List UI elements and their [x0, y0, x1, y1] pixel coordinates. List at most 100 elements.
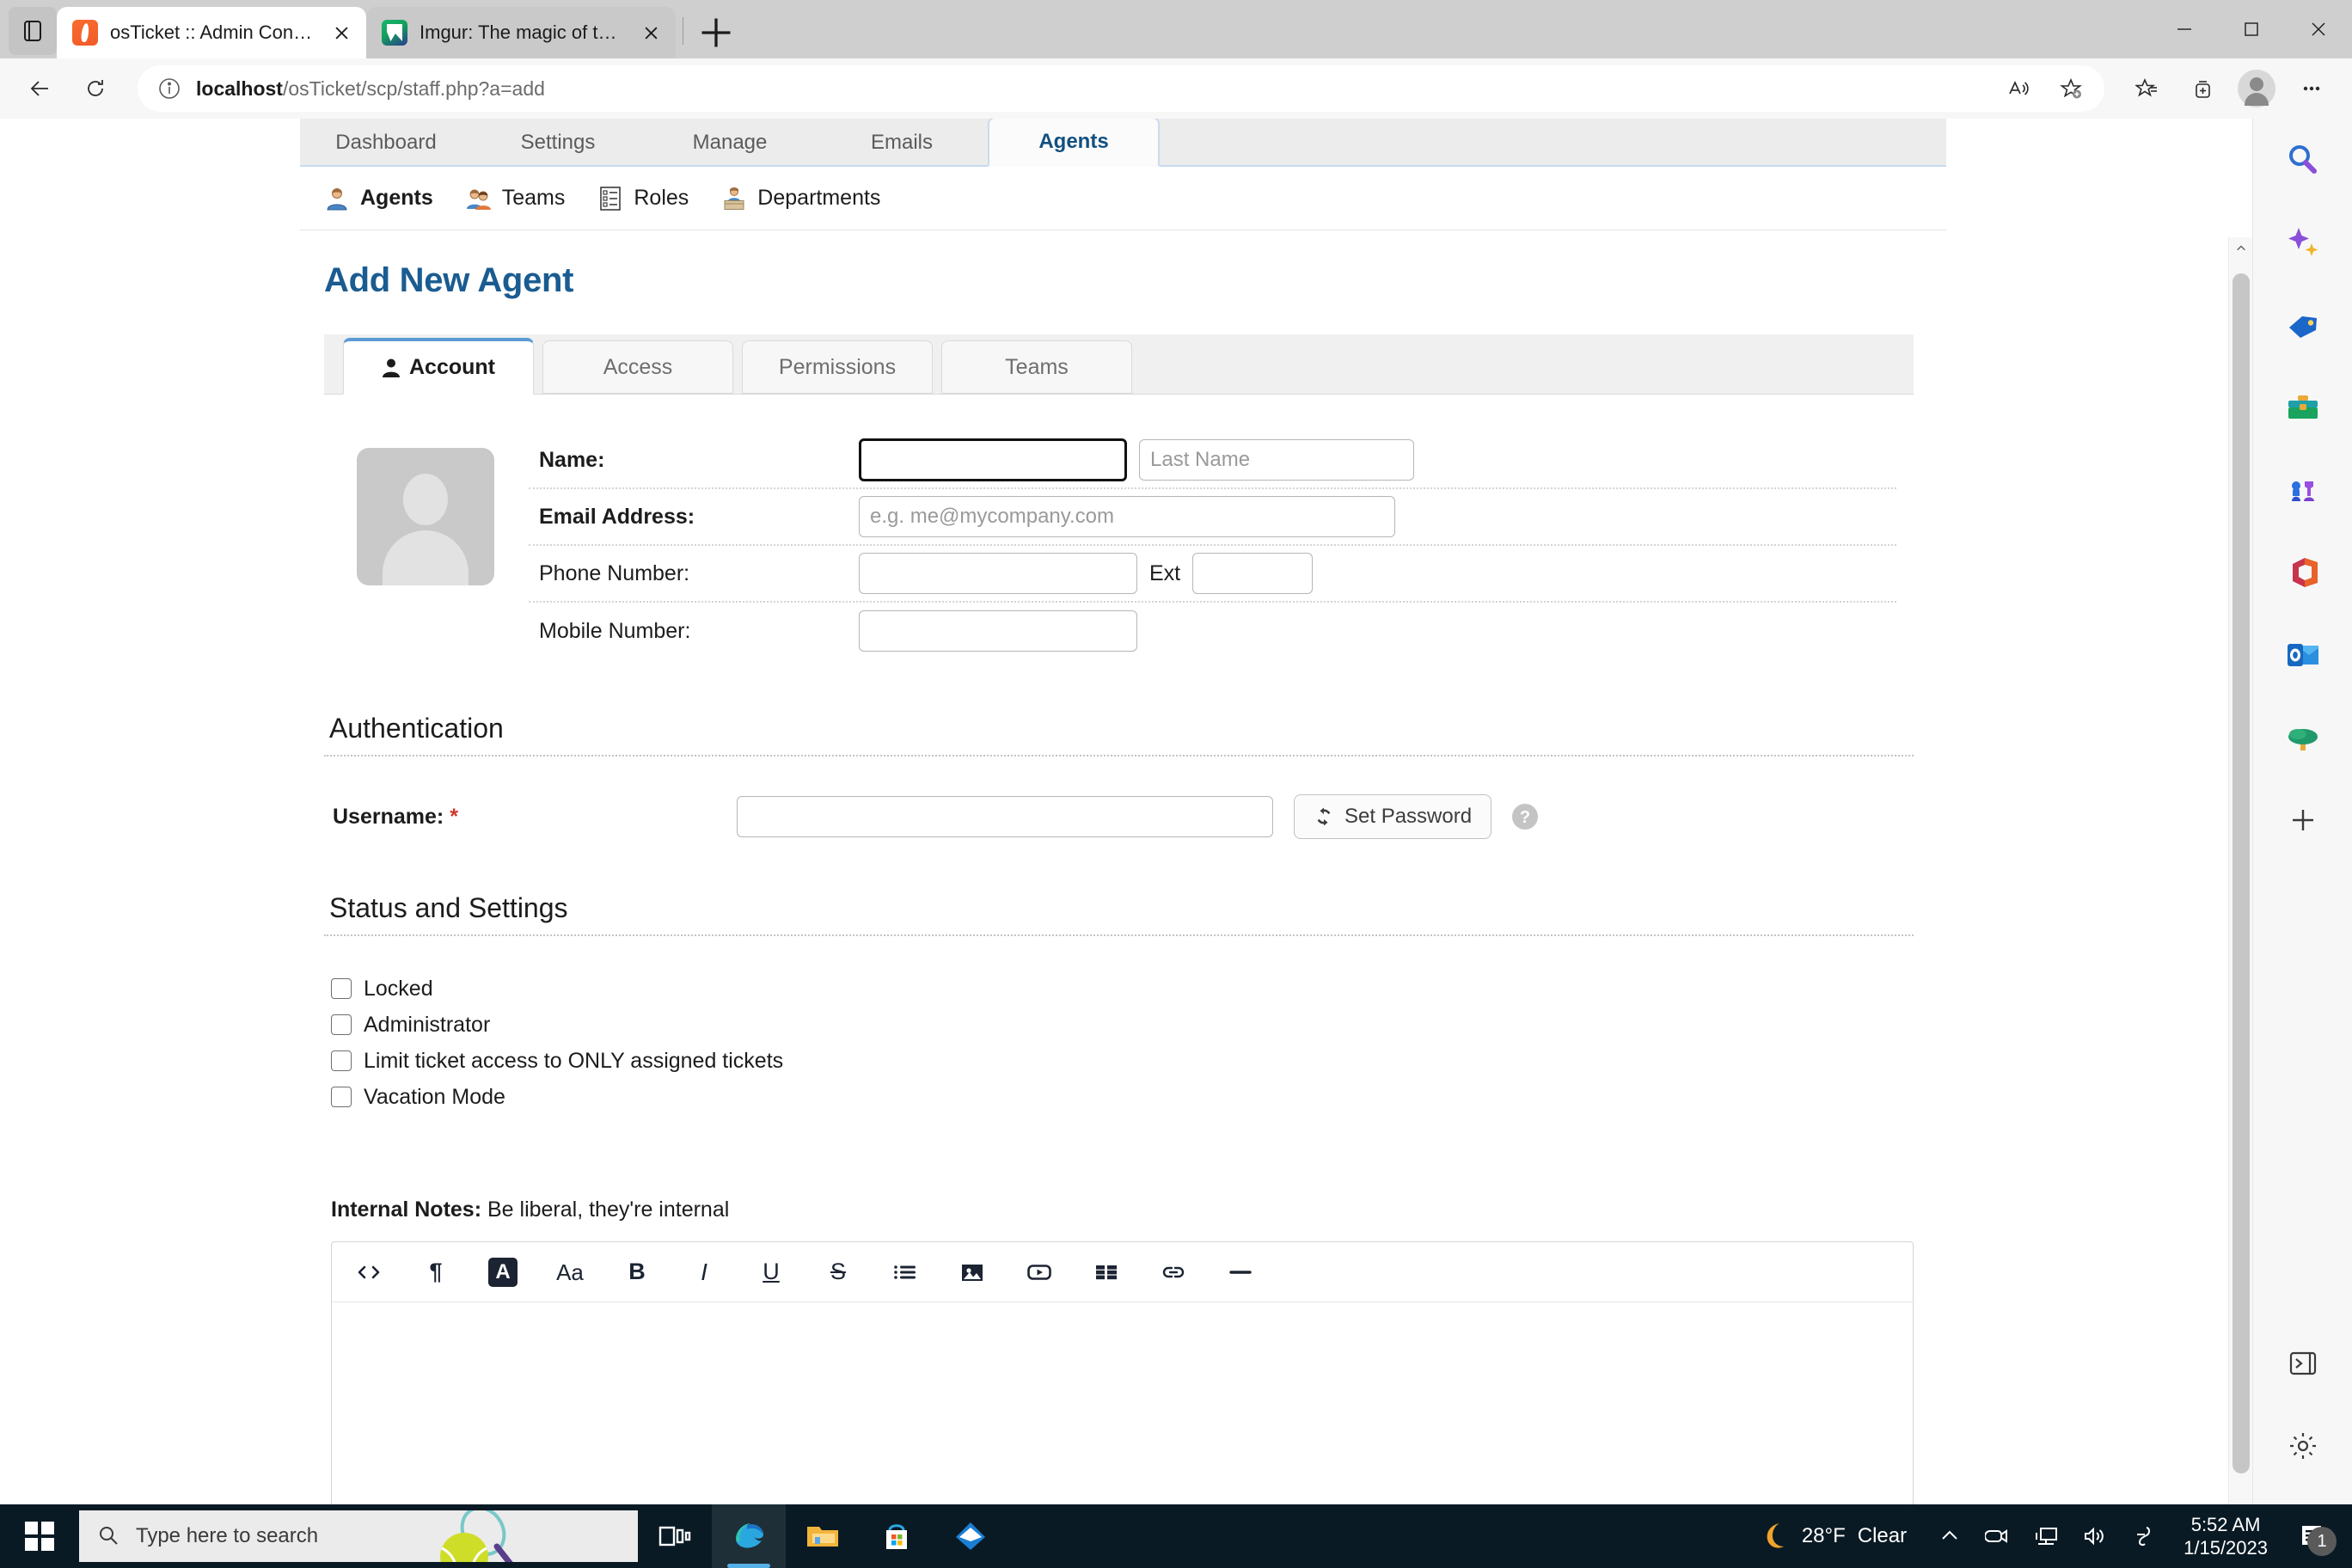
nav-tab-dashboard[interactable]: Dashboard [300, 120, 472, 165]
shopping-tag-icon[interactable] [2253, 284, 2352, 366]
page-scrollbar[interactable] [2228, 237, 2252, 1504]
phone-input[interactable] [859, 553, 1137, 594]
insert-video-icon[interactable] [1025, 1258, 1054, 1287]
tab-teams[interactable]: Teams [941, 340, 1132, 394]
taskbar-clock[interactable]: 5:52 AM 1/15/2023 [2166, 1513, 2285, 1560]
ext-input[interactable] [1192, 553, 1314, 594]
scrollbar-thumb[interactable] [2233, 273, 2250, 1473]
games-icon[interactable] [2253, 449, 2352, 531]
add-favorite-icon[interactable] [2046, 64, 2096, 113]
maximize-button[interactable] [2218, 0, 2285, 58]
checkbox-row-limit-ticket-access[interactable]: Limit ticket access to ONLY assigned tic… [331, 1043, 1914, 1079]
reload-icon[interactable] [70, 64, 120, 113]
subnav-item-departments[interactable]: Departments [721, 186, 880, 211]
subnav-item-agents[interactable]: Agents [324, 186, 433, 211]
back-icon[interactable] [15, 64, 65, 113]
task-view-icon[interactable] [638, 1504, 712, 1568]
last-name-input[interactable]: Last Name [1139, 439, 1414, 481]
scroll-up-arrow[interactable] [2229, 237, 2252, 260]
tab-account[interactable]: Account [343, 338, 534, 395]
nav-tab-agents[interactable]: Agents [988, 119, 1160, 167]
insert-image-icon[interactable] [958, 1258, 987, 1287]
weather-widget[interactable]: 28°F Clear [1738, 1520, 1926, 1553]
favorites-icon[interactable] [2122, 64, 2171, 113]
file-explorer-icon[interactable] [786, 1504, 860, 1568]
avatar [2238, 70, 2275, 107]
department-icon [721, 186, 747, 211]
insert-link-icon[interactable] [1159, 1258, 1188, 1287]
browser-tab-osticket[interactable]: osTicket :: Admin Control Panel [57, 7, 366, 58]
checkbox-row-locked[interactable]: Locked [331, 971, 1914, 1007]
insert-table-icon[interactable] [1092, 1258, 1121, 1287]
set-password-button[interactable]: Set Password [1294, 794, 1492, 839]
add-sidebar-icon[interactable] [2253, 779, 2352, 861]
settings-and-more-icon[interactable] [2287, 64, 2337, 113]
pen-icon[interactable] [2118, 1504, 2166, 1568]
outlook-icon[interactable] [2253, 614, 2352, 696]
italic-icon[interactable]: I [689, 1258, 719, 1287]
subnav-item-teams[interactable]: Teams [466, 186, 565, 211]
font-size-icon[interactable]: Aa [555, 1258, 585, 1287]
paragraph-format-icon[interactable]: ¶ [421, 1258, 450, 1287]
name-label: Name: [539, 447, 605, 472]
sidebar-expand-icon[interactable] [2253, 1322, 2352, 1405]
site-info-icon[interactable] [156, 76, 182, 101]
minimize-button[interactable] [2151, 0, 2218, 58]
collections-icon[interactable] [2177, 64, 2226, 113]
checkbox-row-vacation-mode[interactable]: Vacation Mode [331, 1079, 1914, 1115]
profile-avatar[interactable] [2232, 64, 2282, 113]
checkbox-row-administrator[interactable]: Administrator [331, 1007, 1914, 1043]
strikethrough-icon[interactable]: S [824, 1258, 853, 1287]
mobile-input[interactable] [859, 610, 1137, 652]
tennis-widget-icon[interactable] [430, 1510, 531, 1562]
drop-tree-icon[interactable] [2253, 696, 2352, 779]
text-color-icon[interactable]: A [488, 1257, 518, 1287]
volume-icon[interactable] [2070, 1504, 2118, 1568]
bullet-list-icon[interactable] [891, 1258, 920, 1287]
agent-avatar-placeholder[interactable] [357, 448, 494, 585]
show-hidden-icons-chevron[interactable] [1926, 1504, 1974, 1568]
address-bar[interactable]: localhost/osTicket/scp/staff.php?a=add [138, 65, 2104, 112]
horizontal-rule-icon[interactable] [1226, 1258, 1255, 1287]
roles-icon [597, 186, 623, 211]
close-icon[interactable] [638, 20, 664, 46]
administrator-checkbox[interactable] [331, 1014, 352, 1035]
search-icon[interactable] [2253, 119, 2352, 201]
office-icon[interactable] [2253, 531, 2352, 614]
camera-icon[interactable] [1974, 1504, 2022, 1568]
copilot-sparkle-icon[interactable] [2253, 201, 2352, 284]
tab-access[interactable]: Access [542, 340, 733, 394]
username-input[interactable] [737, 796, 1273, 837]
new-tab-button[interactable] [697, 14, 735, 52]
browser-tab-imgur[interactable]: Imgur: The magic of the Internet [366, 7, 676, 58]
nav-tab-settings[interactable]: Settings [472, 120, 644, 165]
question-mark-icon[interactable]: ? [1510, 802, 1540, 831]
taskbar-search-box[interactable]: Type here to search [79, 1510, 638, 1562]
tab-search-button[interactable] [9, 7, 57, 55]
close-window-button[interactable] [2285, 0, 2352, 58]
nav-tab-emails[interactable]: Emails [816, 120, 988, 165]
network-icon[interactable] [2022, 1504, 2070, 1568]
microsoft-store-icon[interactable] [860, 1504, 934, 1568]
microsoft-edge-icon[interactable] [712, 1504, 786, 1568]
start-icon[interactable] [0, 1504, 79, 1568]
vacation-mode-checkbox[interactable] [331, 1087, 352, 1107]
locked-checkbox[interactable] [331, 978, 352, 999]
source-code-icon[interactable] [354, 1258, 383, 1287]
mail-icon[interactable] [934, 1504, 1008, 1568]
email-input[interactable]: e.g. me@mycompany.com [859, 496, 1395, 537]
limit-ticket-access-checkbox[interactable] [331, 1050, 352, 1071]
notification-center-button[interactable]: 1 [2285, 1504, 2340, 1568]
nav-tab-manage[interactable]: Manage [644, 120, 816, 165]
read-aloud-icon[interactable] [1993, 64, 2043, 113]
tab-permissions[interactable]: Permissions [742, 340, 933, 394]
bold-icon[interactable]: B [622, 1258, 652, 1287]
tools-toolbox-icon[interactable] [2253, 366, 2352, 449]
subnav-item-roles[interactable]: Roles [597, 186, 689, 211]
underline-icon[interactable]: U [756, 1258, 786, 1287]
sidebar-settings-icon[interactable] [2253, 1405, 2352, 1487]
mobile-controls [859, 610, 1137, 652]
close-icon[interactable] [328, 20, 354, 46]
internal-notes-textarea[interactable] [332, 1302, 1913, 1504]
first-name-input[interactable] [859, 438, 1127, 481]
